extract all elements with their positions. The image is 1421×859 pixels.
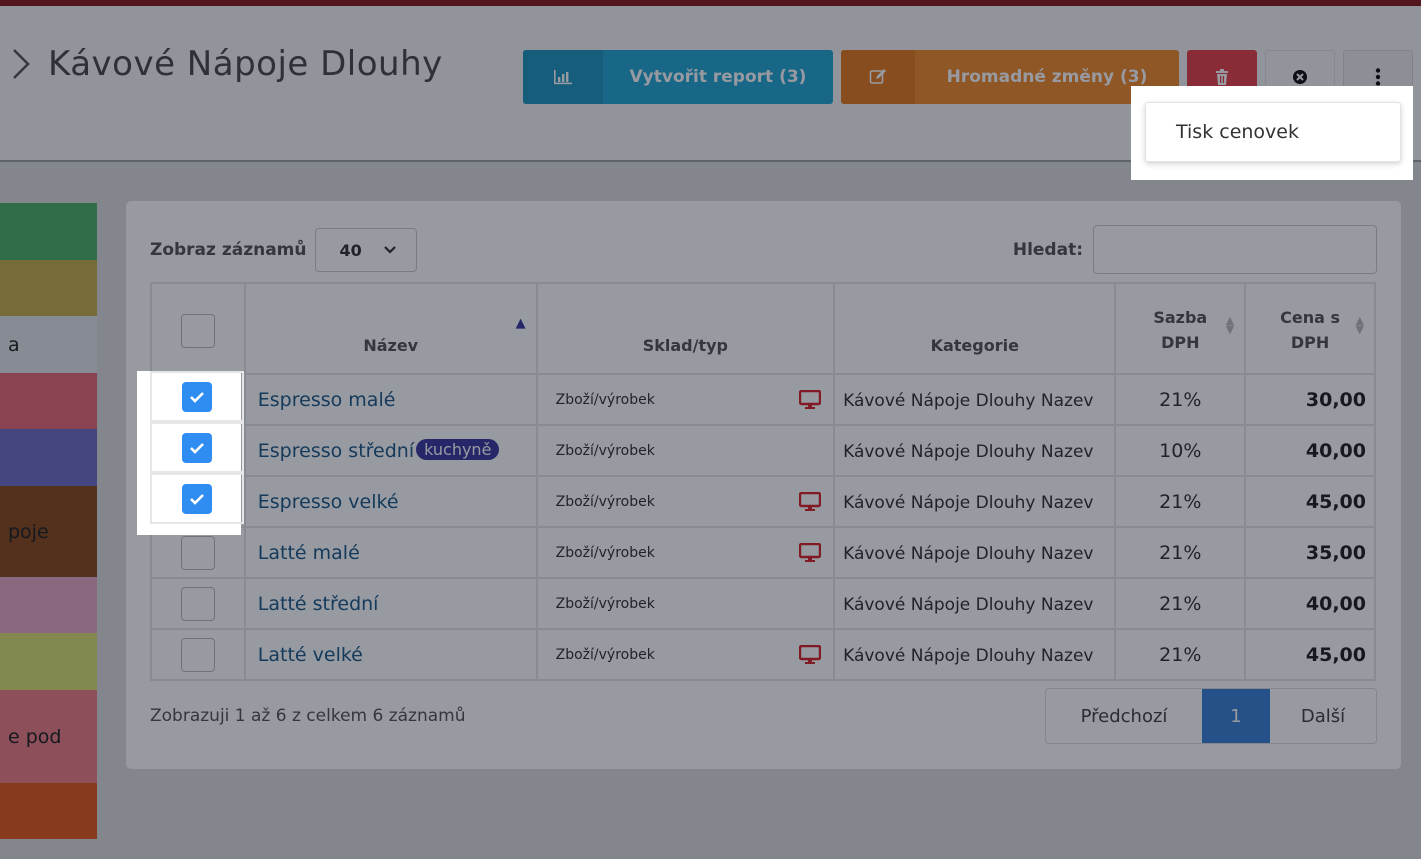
row-checkbox-checked[interactable] bbox=[182, 483, 212, 514]
row-checkbox-checked[interactable] bbox=[182, 432, 212, 463]
selected-checkboxes-highlight bbox=[137, 371, 244, 535]
row-checkbox-checked[interactable] bbox=[182, 381, 212, 412]
print-price-tags-menu-item[interactable]: Tisk cenovek bbox=[1145, 102, 1401, 162]
row-checkbox-cell bbox=[150, 422, 244, 473]
row-checkbox-cell bbox=[150, 371, 244, 422]
check-icon bbox=[190, 493, 204, 505]
check-icon bbox=[190, 391, 204, 403]
row-checkbox-cell bbox=[150, 473, 244, 524]
check-icon bbox=[190, 442, 204, 454]
more-options-menu-highlight: Tisk cenovek bbox=[1131, 86, 1413, 180]
